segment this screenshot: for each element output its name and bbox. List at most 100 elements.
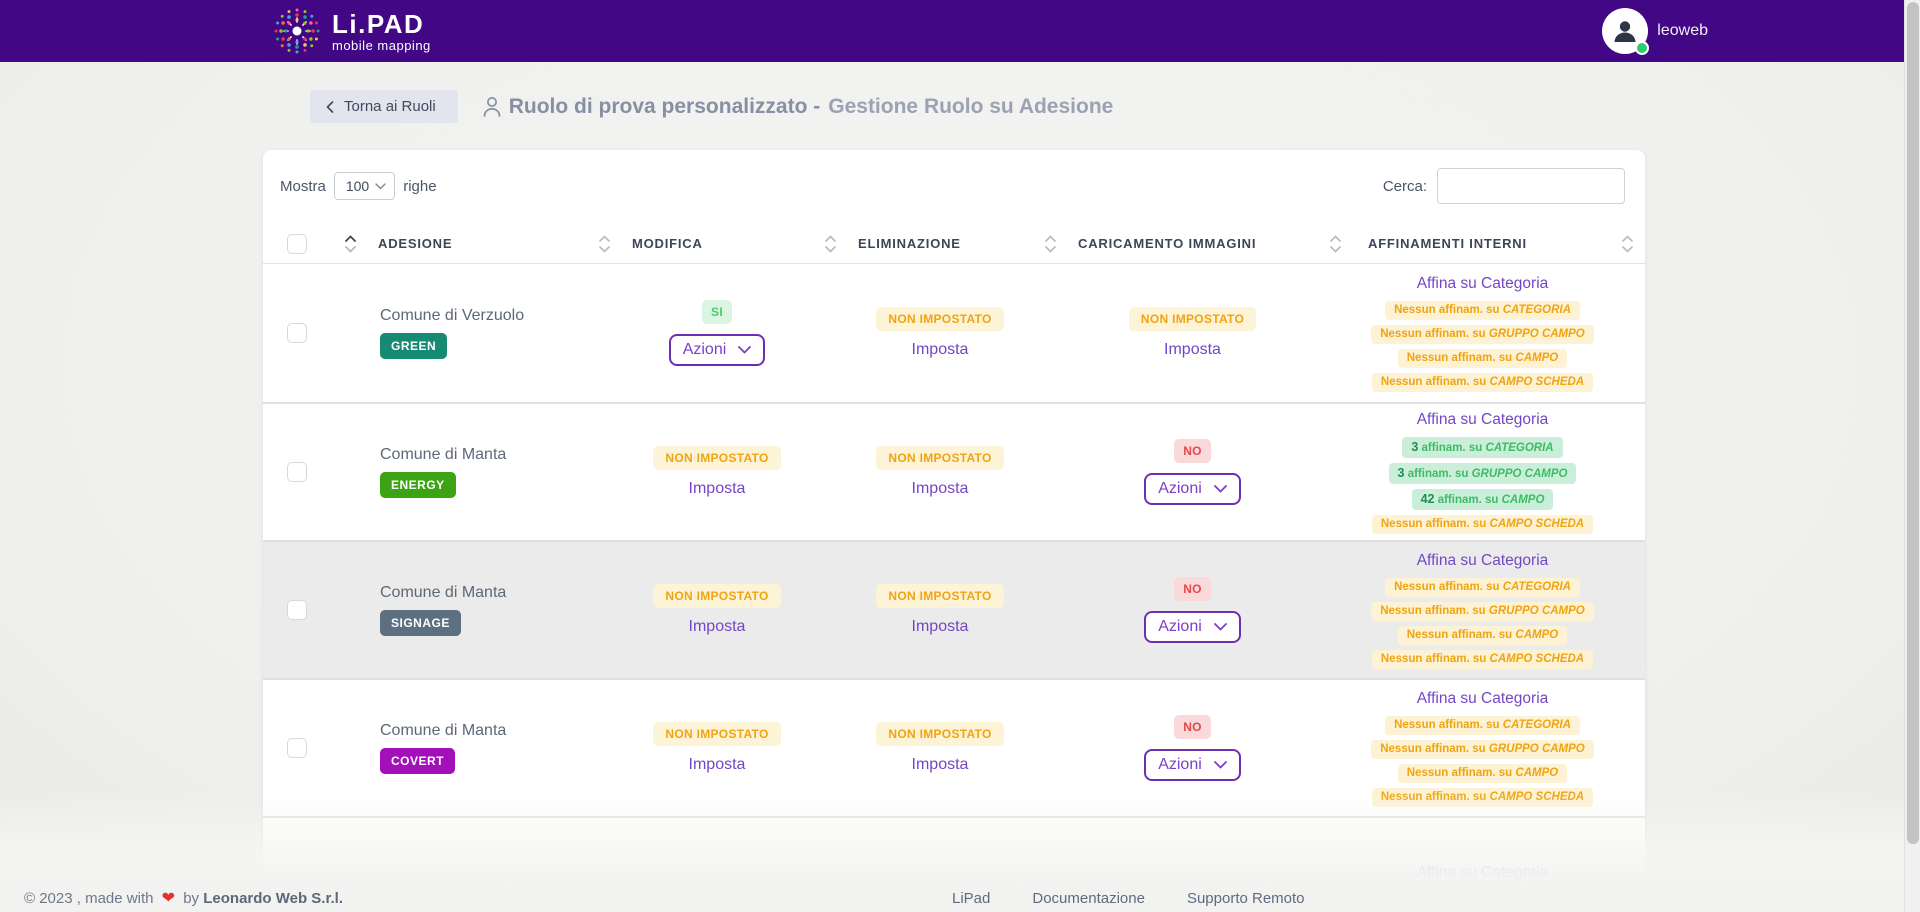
- status-badge: NON IMPOSTATO: [653, 584, 780, 608]
- sort-asc-icon[interactable]: [825, 235, 836, 242]
- affina-categoria-link[interactable]: Affina su Categoria: [1417, 690, 1549, 708]
- sort-asc-icon[interactable]: [1045, 235, 1056, 242]
- sort-asc-icon[interactable]: [345, 235, 356, 242]
- sort-asc-icon[interactable]: [1330, 235, 1341, 242]
- rows-suffix-label: righe: [403, 178, 436, 195]
- table-row: Comune di Manta SIGNAGE NON IMPOSTATO Im…: [263, 540, 1645, 678]
- chevron-down-icon: [1214, 761, 1227, 769]
- sort-icons-modifica[interactable]: [584, 235, 624, 253]
- logo-starburst-icon: [268, 2, 326, 60]
- row-checkbox[interactable]: [287, 738, 307, 758]
- footer-link-documentazione[interactable]: Documentazione: [1032, 890, 1145, 907]
- user-icon: [1610, 16, 1640, 46]
- sort-asc-icon[interactable]: [1622, 235, 1633, 242]
- username: leoweb: [1657, 22, 1708, 40]
- footer: © 2023 , made with ❤ by Leonardo Web S.r…: [0, 884, 1904, 912]
- title-primary: Ruolo di prova personalizzato -: [509, 95, 821, 119]
- affinamento-badge: Nessun affinam. su CAMPO: [1398, 764, 1567, 783]
- affinamento-badge: Nessun affinam. su CAMPO SCHEDA: [1372, 650, 1593, 669]
- sort-icons-caricamento[interactable]: [1030, 235, 1070, 253]
- sort-desc-icon[interactable]: [599, 246, 610, 253]
- status-badge: NON IMPOSTATO: [653, 722, 780, 746]
- logo-title: Li.PAD: [332, 11, 431, 37]
- sort-desc-icon[interactable]: [345, 246, 356, 253]
- adesione-tag: COVERT: [380, 748, 455, 774]
- row-checkbox[interactable]: [287, 600, 307, 620]
- imposta-link[interactable]: Imposta: [689, 480, 746, 498]
- status-badge: NO: [1174, 439, 1211, 463]
- scrollbar-thumb[interactable]: [1907, 2, 1919, 844]
- footer-link-supporto-remoto[interactable]: Supporto Remoto: [1187, 890, 1305, 907]
- copyright: © 2023 , made with ❤ by Leonardo Web S.r…: [24, 888, 343, 908]
- imposta-link[interactable]: Imposta: [689, 756, 746, 774]
- affinamento-badge: Nessun affinam. su CAMPO SCHEDA: [1372, 373, 1593, 392]
- imposta-link[interactable]: Imposta: [912, 480, 969, 498]
- table-header: ADESIONE MODIFICA ELIMINAZIONE CARICAMEN…: [263, 224, 1645, 264]
- search-input[interactable]: [1437, 168, 1625, 204]
- adesione-tag: SIGNAGE: [380, 610, 461, 636]
- sort-icons-eliminazione[interactable]: [810, 235, 850, 253]
- company-name: Leonardo Web S.r.l.: [203, 890, 343, 907]
- back-button[interactable]: Torna ai Ruoli: [310, 90, 458, 123]
- azioni-dropdown[interactable]: Azioni: [669, 334, 766, 366]
- column-header-caricamento-immagini[interactable]: CARICAMENTO IMMAGINI: [1070, 236, 1315, 251]
- column-header-eliminazione[interactable]: ELIMINAZIONE: [850, 236, 1030, 251]
- azioni-label: Azioni: [1158, 756, 1202, 774]
- sort-desc-icon[interactable]: [1622, 246, 1633, 253]
- adesione-tag: GREEN: [380, 333, 447, 359]
- chevron-down-icon: [738, 346, 751, 354]
- select-all-checkbox[interactable]: [287, 234, 307, 254]
- rows-per-page: Mostra 100 righe: [280, 172, 437, 200]
- table-row: Comune di Verzuolo GREEN SI Azioni NON I…: [263, 264, 1645, 402]
- person-icon: [483, 96, 501, 117]
- azioni-dropdown[interactable]: Azioni: [1144, 749, 1241, 781]
- avatar: [1602, 8, 1648, 54]
- sort-desc-icon[interactable]: [1045, 246, 1056, 253]
- chevron-down-icon: [1214, 485, 1227, 493]
- affinamento-badge: Nessun affinam. su CAMPO SCHEDA: [1372, 515, 1593, 534]
- azioni-dropdown[interactable]: Azioni: [1144, 611, 1241, 643]
- scrollbar[interactable]: [1904, 0, 1920, 912]
- column-header-adesione[interactable]: ADESIONE: [370, 236, 584, 251]
- imposta-link[interactable]: Imposta: [912, 618, 969, 636]
- affina-categoria-link[interactable]: Affina su Categoria: [1417, 411, 1549, 429]
- affinamento-badge: Nessun affinam. su CATEGORIA: [1385, 578, 1580, 597]
- heart-icon: ❤: [162, 890, 175, 907]
- affinamento-badge: Nessun affinam. su CAMPO: [1398, 349, 1567, 368]
- column-header-affinamenti-interni[interactable]: AFFINAMENTI INTERNI: [1355, 236, 1610, 251]
- chevron-left-icon: [326, 101, 334, 113]
- affinamento-badge: Nessun affinam. su CAMPO: [1398, 626, 1567, 645]
- chevron-down-icon: [1214, 623, 1227, 631]
- status-badge: NON IMPOSTATO: [653, 446, 780, 470]
- row-checkbox[interactable]: [287, 462, 307, 482]
- footer-link-lipad[interactable]: LiPad: [952, 890, 990, 907]
- sort-asc-icon[interactable]: [599, 235, 610, 242]
- status-badge: NON IMPOSTATO: [1129, 307, 1256, 331]
- sort-desc-icon[interactable]: [825, 246, 836, 253]
- status-badge: NO: [1174, 715, 1211, 739]
- rows-per-page-select[interactable]: 100: [334, 172, 395, 200]
- sort-icons-affinamenti[interactable]: [1315, 235, 1355, 253]
- imposta-link[interactable]: Imposta: [912, 756, 969, 774]
- imposta-link[interactable]: Imposta: [1164, 341, 1221, 359]
- table-card: Mostra 100 righe Cerca: ADESIO: [263, 150, 1645, 912]
- adesione-name: Comune di Verzuolo: [380, 307, 524, 325]
- affinamento-badge: 3 affinam. su CATEGORIA: [1402, 437, 1562, 458]
- sort-icons-adesione[interactable]: [330, 235, 370, 253]
- imposta-link[interactable]: Imposta: [689, 618, 746, 636]
- sort-icons-end[interactable]: [1610, 235, 1645, 253]
- lipad-logo[interactable]: Li.PAD mobile mapping: [268, 2, 431, 60]
- show-label: Mostra: [280, 178, 326, 195]
- back-button-label: Torna ai Ruoli: [344, 98, 436, 115]
- status-badge: NON IMPOSTATO: [876, 446, 1003, 470]
- status-badge: SI: [702, 300, 732, 324]
- column-header-modifica[interactable]: MODIFICA: [624, 236, 810, 251]
- user-menu[interactable]: leoweb: [1602, 8, 1708, 54]
- affina-categoria-link[interactable]: Affina su Categoria: [1417, 864, 1549, 882]
- imposta-link[interactable]: Imposta: [912, 341, 969, 359]
- sort-desc-icon[interactable]: [1330, 246, 1341, 253]
- azioni-dropdown[interactable]: Azioni: [1144, 473, 1241, 505]
- affina-categoria-link[interactable]: Affina su Categoria: [1417, 552, 1549, 570]
- row-checkbox[interactable]: [287, 323, 307, 343]
- affina-categoria-link[interactable]: Affina su Categoria: [1417, 275, 1549, 293]
